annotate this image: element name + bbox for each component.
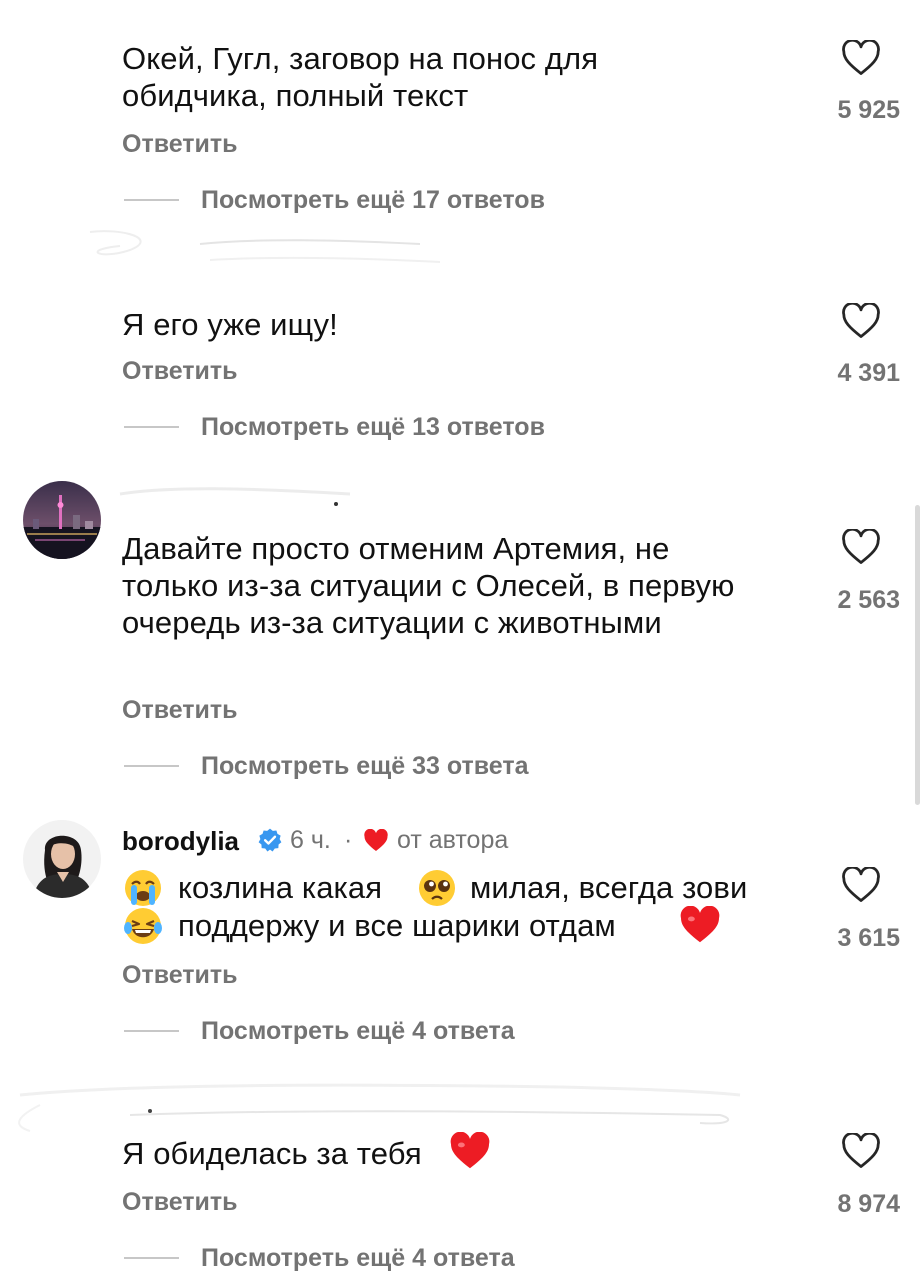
avatar[interactable]: [23, 481, 101, 559]
view-more-replies-link[interactable]: Посмотреть ещё 13 ответов: [201, 413, 545, 442]
replies-divider: [124, 1257, 179, 1259]
pleading-face-emoji: [419, 870, 455, 906]
red-heart-emoji: [450, 1132, 490, 1169]
view-more-replies-link[interactable]: Посмотреть ещё 4 ответа: [201, 1244, 515, 1273]
reply-button[interactable]: Ответить: [122, 696, 238, 725]
red-heart-icon: [364, 829, 388, 851]
avatar[interactable]: [23, 820, 101, 898]
redaction-scribble: [89, 230, 441, 263]
separator-dot: ·: [344, 826, 353, 854]
like-count: 8 974: [837, 1190, 900, 1218]
comment-3-text: Давайте просто отменим Артемия, не тольк…: [122, 531, 735, 640]
like-count: 4 391: [837, 359, 900, 387]
like-heart-icon[interactable]: [841, 1133, 881, 1169]
view-more-replies-link[interactable]: Посмотреть ещё 17 ответов: [201, 186, 545, 215]
username[interactable]: borodylia: [122, 826, 239, 857]
redaction-scribble: [18, 1083, 741, 1132]
scrollbar[interactable]: [915, 505, 920, 805]
comment-time: 6 ч.: [290, 826, 331, 854]
comment-5-text: Я обиделась за тебя: [122, 1136, 422, 1171]
like-count: 2 563: [837, 586, 900, 614]
redaction-scribble: [119, 487, 351, 506]
like-count: 5 925: [837, 96, 900, 124]
comment-4-text-2: милая, всегда зови: [470, 870, 748, 905]
replies-divider: [124, 426, 179, 428]
like-heart-icon[interactable]: [841, 529, 881, 565]
sobbing-face-emoji: [125, 870, 161, 906]
red-heart-emoji: [680, 906, 720, 943]
reply-button[interactable]: Ответить: [122, 961, 238, 990]
replies-divider: [124, 1030, 179, 1032]
reply-button[interactable]: Ответить: [122, 130, 238, 159]
comment-4-text-1: козлина какая: [178, 870, 383, 905]
reply-button[interactable]: Ответить: [122, 1188, 238, 1217]
view-more-replies-link[interactable]: Посмотреть ещё 4 ответа: [201, 1017, 515, 1046]
replies-divider: [124, 765, 179, 767]
like-count: 3 615: [837, 924, 900, 952]
reply-button[interactable]: Ответить: [122, 357, 238, 386]
view-more-replies-link[interactable]: Посмотреть ещё 33 ответа: [201, 752, 529, 781]
comment-2-text: Я его уже ищу!: [122, 307, 338, 342]
like-heart-icon[interactable]: [841, 867, 881, 903]
replies-divider: [124, 199, 179, 201]
crying-laughing-emoji: [124, 908, 162, 944]
like-heart-icon[interactable]: [841, 303, 881, 339]
verified-badge-icon: [258, 828, 282, 852]
author-label: от автора: [397, 826, 509, 854]
comment-1-text: Окей, Гугл, заговор на понос для обидчик…: [122, 41, 599, 113]
comment-4-text-3: поддержу и все шарики отдам: [178, 908, 616, 943]
like-heart-icon[interactable]: [841, 40, 881, 76]
